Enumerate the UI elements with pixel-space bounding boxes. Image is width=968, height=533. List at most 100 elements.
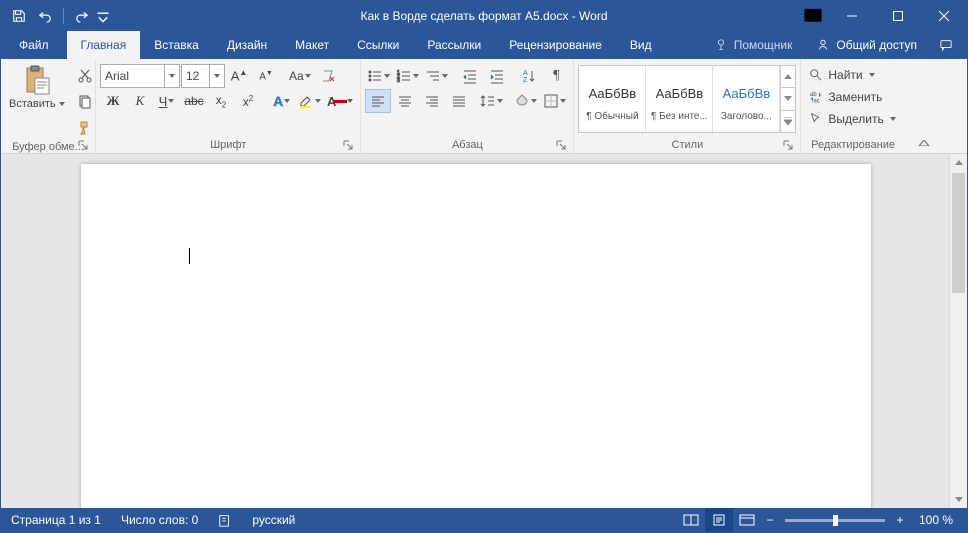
group-styles-label: Стили — [672, 139, 704, 151]
spellcheck-status[interactable] — [208, 508, 242, 532]
quick-access-toolbar — [1, 4, 110, 28]
zoom-in-button[interactable]: + — [891, 508, 909, 532]
zoom-out-button[interactable]: − — [761, 508, 779, 532]
page[interactable] — [81, 164, 871, 508]
align-center-button[interactable] — [392, 89, 418, 113]
web-layout-button[interactable] — [733, 508, 761, 532]
borders-button[interactable] — [541, 89, 569, 113]
scroll-up-button[interactable] — [950, 154, 967, 171]
tab-home[interactable]: Главная — [67, 31, 141, 59]
style-normal[interactable]: АаБбВв¶ Обычный — [579, 66, 646, 132]
word-count-status[interactable]: Число слов: 0 — [111, 508, 208, 532]
zoom-slider-thumb[interactable] — [833, 515, 838, 526]
font-dialog-launcher[interactable] — [342, 140, 354, 152]
group-paragraph: 123 AZ ¶ — [361, 59, 574, 153]
zoom-level[interactable]: 100 % — [909, 508, 967, 532]
share-button[interactable]: Общий доступ — [806, 38, 927, 52]
italic-button[interactable]: К — [127, 89, 153, 113]
increase-indent-button[interactable] — [484, 64, 510, 88]
find-button[interactable]: Найти — [805, 64, 900, 86]
title-bar: Как в Ворде сделать формат A5.docx - Wor… — [1, 1, 967, 31]
superscript-button[interactable]: x2 — [235, 89, 261, 113]
clear-formatting-button[interactable] — [315, 64, 341, 88]
paragraph-dialog-launcher[interactable] — [555, 140, 567, 152]
tab-references[interactable]: Ссылки — [343, 31, 413, 59]
sort-button[interactable]: AZ — [516, 64, 542, 88]
select-button[interactable]: Выделить — [805, 108, 900, 130]
select-label: Выделить — [828, 112, 883, 126]
word-window: Как в Ворде сделать формат A5.docx - Wor… — [0, 0, 968, 533]
paste-button[interactable]: Вставить — [5, 62, 70, 112]
maximize-button[interactable] — [875, 1, 921, 31]
styles-scroll-up[interactable] — [781, 66, 795, 88]
collapse-ribbon-button[interactable] — [905, 135, 935, 153]
cut-button[interactable] — [72, 64, 98, 88]
read-mode-button[interactable] — [677, 508, 705, 532]
format-painter-button[interactable] — [72, 116, 98, 140]
clipboard-dialog-launcher[interactable] — [77, 140, 89, 152]
svg-text:A: A — [523, 70, 528, 77]
shading-button[interactable] — [512, 89, 540, 113]
numbering-button[interactable]: 123 — [394, 64, 422, 88]
qat-customize-button[interactable] — [96, 4, 110, 28]
language-status[interactable]: русский — [242, 508, 305, 532]
styles-scroll-down[interactable] — [781, 88, 795, 110]
font-name-combo[interactable]: Arial — [100, 64, 180, 88]
tab-insert[interactable]: Вставка — [140, 31, 213, 59]
tab-layout[interactable]: Макет — [281, 31, 343, 59]
tab-review[interactable]: Рецензирование — [495, 31, 616, 59]
comments-button[interactable] — [931, 30, 961, 60]
group-styles: АаБбВв¶ Обычный АаБбВв¶ Без инте... АаБб… — [574, 59, 801, 153]
close-button[interactable] — [921, 1, 967, 31]
shrink-font-button[interactable]: A▼ — [253, 64, 279, 88]
redo-button[interactable] — [70, 4, 94, 28]
multilevel-list-button[interactable] — [423, 64, 451, 88]
window-controls — [803, 1, 967, 31]
line-spacing-button[interactable] — [478, 89, 506, 113]
ribbon: Вставить Буфер обме... Arial 12 A▲ A▼ — [1, 59, 967, 154]
styles-more-button[interactable] — [781, 111, 795, 132]
show-marks-button[interactable]: ¶ — [543, 64, 569, 88]
ribbon-tabs: Файл Главная Вставка Дизайн Макет Ссылки… — [1, 31, 967, 59]
strikethrough-button[interactable]: abc — [181, 89, 207, 113]
style-no-spacing[interactable]: АаБбВв¶ Без инте... — [646, 66, 713, 132]
save-button[interactable] — [7, 4, 31, 28]
qat-separator — [63, 8, 64, 24]
page-viewport[interactable] — [1, 154, 950, 508]
subscript-button[interactable]: x2 — [208, 89, 234, 113]
align-right-button[interactable] — [419, 89, 445, 113]
change-case-button[interactable]: Aa — [287, 64, 314, 88]
copy-button[interactable] — [72, 90, 98, 114]
ribbon-display-options-button[interactable] — [803, 6, 823, 26]
tab-design[interactable]: Дизайн — [213, 31, 281, 59]
tell-me-helper[interactable]: Помощник — [704, 38, 803, 52]
tab-file[interactable]: Файл — [1, 31, 67, 59]
styles-dialog-launcher[interactable] — [782, 140, 794, 152]
bullets-button[interactable] — [365, 64, 393, 88]
replace-button[interactable]: abacЗаменить — [805, 86, 900, 108]
scroll-down-button[interactable] — [950, 491, 967, 508]
group-clipboard: Вставить Буфер обме... — [1, 59, 96, 153]
underline-button[interactable]: Ч — [154, 89, 180, 113]
undo-button[interactable] — [33, 4, 57, 28]
font-size-combo[interactable]: 12 — [181, 64, 225, 88]
decrease-indent-button[interactable] — [457, 64, 483, 88]
tab-view[interactable]: Вид — [616, 31, 666, 59]
text-cursor — [189, 248, 190, 264]
highlight-button[interactable] — [296, 89, 324, 113]
minimize-button[interactable] — [829, 1, 875, 31]
font-color-button[interactable]: A — [325, 89, 356, 113]
align-left-button[interactable] — [365, 89, 391, 113]
justify-button[interactable] — [446, 89, 472, 113]
tab-mailings[interactable]: Рассылки — [413, 31, 495, 59]
print-layout-button[interactable] — [705, 508, 733, 532]
bold-button[interactable]: Ж — [100, 89, 126, 113]
style-heading1[interactable]: АаБбВвЗаголово... — [713, 66, 780, 132]
scroll-track[interactable] — [950, 171, 967, 491]
grow-font-button[interactable]: A▲ — [226, 64, 252, 88]
scroll-thumb[interactable] — [952, 173, 965, 293]
zoom-slider[interactable] — [785, 519, 885, 522]
page-number-status[interactable]: Страница 1 из 1 — [1, 508, 111, 532]
vertical-scrollbar[interactable] — [949, 154, 967, 508]
text-effects-button[interactable]: A — [269, 89, 295, 113]
